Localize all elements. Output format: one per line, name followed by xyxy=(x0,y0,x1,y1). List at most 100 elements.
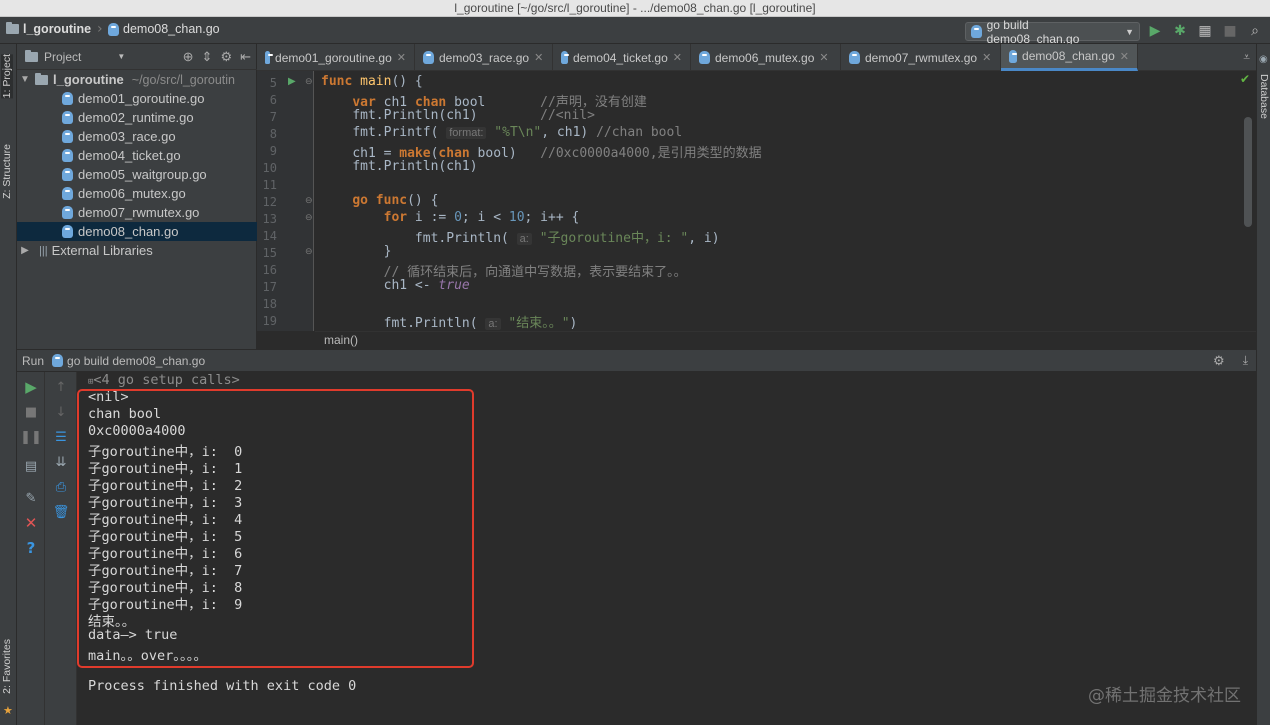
scroll-end-icon: ⇊ xyxy=(55,454,67,470)
tree-file[interactable]: demo04_ticket.go xyxy=(17,146,257,165)
nav-file[interactable]: demo08_chan.go xyxy=(108,22,220,36)
run-toolbar-primary: ▶ ■ ❚❚ ▤ ✎ ✕ ? xyxy=(17,372,45,725)
code-line-10: fmt.Println(ch1) xyxy=(352,159,478,174)
stop-button[interactable]: ■ xyxy=(1221,22,1239,40)
stop-icon: ■ xyxy=(1223,23,1237,39)
dump-threads-button[interactable]: ▤ xyxy=(22,457,40,475)
pin-tab-button[interactable]: ✎ xyxy=(22,489,40,507)
run-button[interactable]: ▶ xyxy=(1146,22,1164,40)
trash-icon: 🗑 xyxy=(52,504,70,520)
stop-button[interactable]: ■ xyxy=(22,403,40,421)
rerun-button[interactable]: ▶ xyxy=(22,378,40,396)
print-button[interactable]: ⎙ xyxy=(52,478,70,496)
tab-demo06[interactable]: demo06_mutex.go ✕ xyxy=(691,44,841,71)
line-number: 11 xyxy=(262,178,277,192)
tool-tab-structure[interactable]: Z: Structure xyxy=(1,144,13,199)
tab-demo08[interactable]: demo08_chan.go ✕ xyxy=(1001,44,1138,71)
scroll-up-button[interactable]: ↑ xyxy=(52,378,70,396)
code-editor[interactable]: func main() { var ch1 chan bool //声明，没有创… xyxy=(315,71,1243,331)
close-icon[interactable]: ✕ xyxy=(982,51,991,64)
line-number: 17 xyxy=(262,280,277,294)
close-icon[interactable]: ✕ xyxy=(673,51,682,64)
parameter-hint: a: xyxy=(485,318,501,330)
tree-file[interactable]: demo01_goroutine.go xyxy=(17,89,257,108)
hide-icon[interactable]: ⇤ xyxy=(240,49,251,65)
breadcrumb: main() xyxy=(315,331,1256,349)
chevron-down-icon[interactable]: ▼ xyxy=(117,52,125,61)
soft-wrap-button[interactable]: ☰ xyxy=(52,428,70,446)
tree-file-label: demo03_race.go xyxy=(78,129,176,144)
tree-file[interactable]: demo05_waitgroup.go xyxy=(17,165,257,184)
tree-external-libraries[interactable]: ▶ ||| External Libraries xyxy=(17,241,257,260)
tree-file[interactable]: demo02_runtime.go xyxy=(17,108,257,127)
editor-scrollbar[interactable] xyxy=(1244,117,1252,227)
tool-tab-project[interactable]: 1: Project xyxy=(1,54,13,99)
tab-demo04[interactable]: demo04_ticket.go ✕ xyxy=(553,44,691,71)
tab-demo03[interactable]: demo03_race.go ✕ xyxy=(415,44,553,71)
tool-tab-favorites[interactable]: 2: Favorites xyxy=(1,639,13,694)
line-number: 15 xyxy=(262,246,277,260)
close-icon[interactable]: ✕ xyxy=(1120,50,1129,63)
fold-icon[interactable]: ⊖ xyxy=(305,196,313,206)
threads-icon: ▤ xyxy=(24,458,38,474)
hide-panel-icon[interactable]: ⤓ xyxy=(1243,353,1248,368)
code-line-8: fmt.Printf( format: "%T\n", ch1) //chan … xyxy=(352,125,683,140)
close-icon[interactable]: ✕ xyxy=(397,51,406,64)
tree-file-selected[interactable]: demo08_chan.go xyxy=(17,222,257,241)
parameter-hint: format: xyxy=(446,127,487,139)
scroll-down-button[interactable]: ↓ xyxy=(52,403,70,421)
print-icon: ⎙ xyxy=(55,479,67,495)
tab-label: demo08_chan.go xyxy=(1022,49,1115,63)
run-configuration-select[interactable]: go build demo08_chan.go ▼ xyxy=(965,18,1140,46)
tab-demo01[interactable]: demo01_goroutine.go ✕ xyxy=(257,44,415,71)
output-highlight-box xyxy=(77,389,474,668)
breadcrumb-item[interactable]: main() xyxy=(324,333,358,347)
run-gutter-icon[interactable]: ▶ xyxy=(288,76,296,87)
arrow-up-icon: ↑ xyxy=(55,379,67,395)
clear-all-button[interactable]: 🗑 xyxy=(52,503,70,521)
nav-project-label: l_goroutine xyxy=(23,22,92,36)
close-icon[interactable]: ✕ xyxy=(534,51,543,64)
fold-end-icon[interactable]: ⊖ xyxy=(305,247,313,257)
gear-icon[interactable]: ⚙ xyxy=(1213,353,1225,369)
go-file-icon xyxy=(108,22,119,36)
tree-file-label: demo06_mutex.go xyxy=(78,186,186,201)
debug-button[interactable]: ✱ xyxy=(1171,22,1189,40)
fold-icon[interactable]: ⊖ xyxy=(305,77,313,87)
run-toolbar-secondary: ↑ ↓ ☰ ⇊ ⎙ 🗑 xyxy=(45,372,77,725)
go-file-icon xyxy=(849,51,860,64)
tree-root[interactable]: ▼ l_goroutine ~/go/src/l_goroutin xyxy=(17,70,257,89)
search-everywhere-button[interactable]: ⌕ xyxy=(1246,22,1264,40)
close-run-button[interactable]: ✕ xyxy=(22,514,40,532)
gear-icon[interactable]: ⚙ xyxy=(220,49,232,65)
go-file-icon xyxy=(62,225,73,238)
project-header-label[interactable]: Project xyxy=(44,50,81,64)
tabs-overflow-icon[interactable]: ⩡ xyxy=(1243,50,1250,65)
line-number: 5 xyxy=(269,76,277,90)
nav-separator-icon: › xyxy=(97,21,103,37)
tool-tab-database[interactable]: Database xyxy=(1258,74,1270,119)
tab-demo07[interactable]: demo07_rwmutex.go ✕ xyxy=(841,44,1001,71)
console-setup-calls[interactable]: ⊞<4 go setup calls> xyxy=(88,372,240,388)
pause-button[interactable]: ❚❚ xyxy=(20,428,42,446)
go-file-icon xyxy=(62,130,73,143)
window-title: l_goroutine [~/go/src/l_goroutine] - ...… xyxy=(454,1,816,15)
left-tool-strip: 1: Project Z: Structure 2: Favorites ★ xyxy=(0,44,17,725)
tab-label: demo04_ticket.go xyxy=(573,50,668,65)
coverage-button[interactable]: ▦ xyxy=(1196,22,1214,40)
locate-icon[interactable]: ⊕ xyxy=(183,49,194,65)
collapse-icon[interactable]: ⇕ xyxy=(202,49,213,65)
tree-file[interactable]: demo03_race.go xyxy=(17,127,257,146)
tree-file[interactable]: demo06_mutex.go xyxy=(17,184,257,203)
tree-file-label: demo04_ticket.go xyxy=(78,148,181,163)
database-icon: ◉ xyxy=(1259,54,1268,65)
nav-project[interactable]: l_goroutine xyxy=(6,22,91,36)
inspection-ok-icon[interactable]: ✔ xyxy=(1240,72,1250,86)
tree-file[interactable]: demo07_rwmutex.go xyxy=(17,203,257,222)
fold-icon[interactable]: ⊖ xyxy=(305,213,313,223)
tree-file-label: demo02_runtime.go xyxy=(78,110,194,125)
close-icon[interactable]: ✕ xyxy=(819,51,828,64)
help-button[interactable]: ? xyxy=(22,539,40,557)
scroll-to-end-button[interactable]: ⇊ xyxy=(52,453,70,471)
run-config-tab[interactable]: go build demo08_chan.go xyxy=(67,354,205,368)
